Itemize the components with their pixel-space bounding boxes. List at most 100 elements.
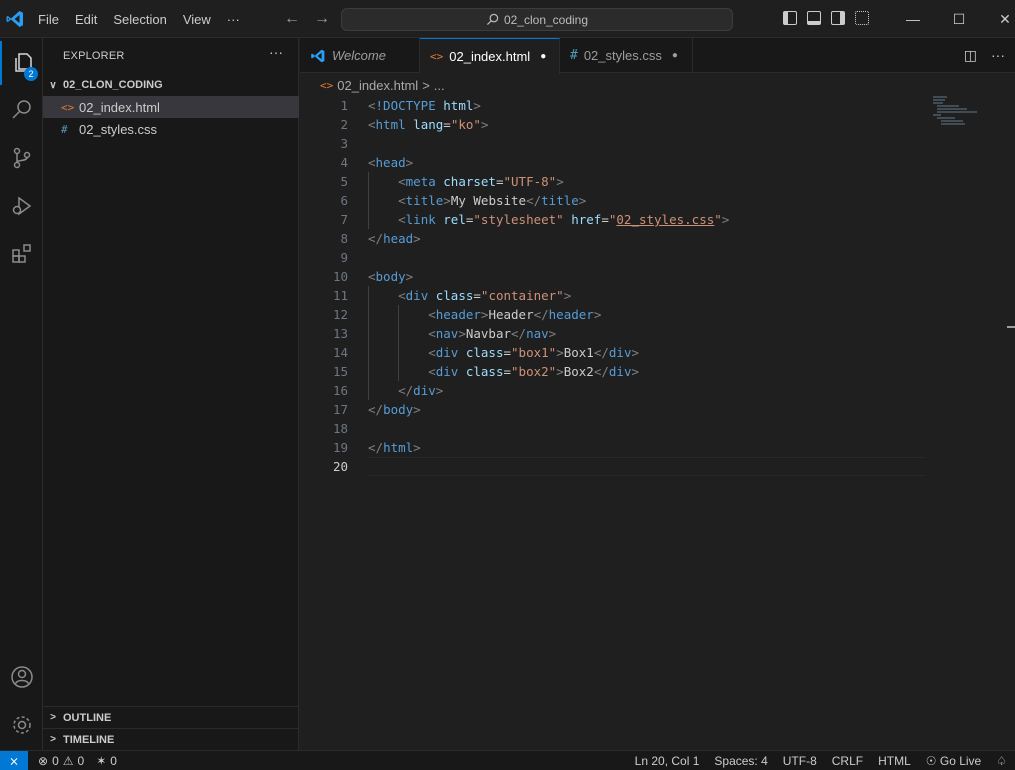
code-line[interactable]: <head> xyxy=(368,153,928,172)
code-line[interactable]: <body> xyxy=(368,267,928,286)
code-token: > xyxy=(480,117,489,132)
code-token: < xyxy=(398,193,406,208)
encoding[interactable]: UTF-8 xyxy=(783,754,817,768)
code-line[interactable]: </head> xyxy=(368,229,928,248)
code-line[interactable]: <div class="box1">Box1</div> xyxy=(368,343,928,362)
code-line[interactable]: <title>My Website</title> xyxy=(368,191,928,210)
menu-selection[interactable]: Selection xyxy=(105,12,174,27)
code-token: </ xyxy=(593,364,609,379)
line-number: 4 xyxy=(340,155,348,170)
remote-indicator-icon[interactable]: ⨯ xyxy=(0,750,28,770)
code-line[interactable] xyxy=(368,248,928,267)
notifications-bell-icon[interactable]: ♤ xyxy=(996,754,1007,768)
code-token: header xyxy=(435,307,481,322)
menu-file[interactable]: File xyxy=(30,12,67,27)
close-icon[interactable]: ✕ xyxy=(982,0,1015,38)
code-lines[interactable]: <!DOCTYPE html> <html lang="ko"> <head> <m… xyxy=(368,96,928,476)
indent-guide xyxy=(368,172,369,191)
code-token: title xyxy=(405,193,444,208)
breadcrumb-rest[interactable]: ... xyxy=(434,78,445,93)
code-token: > xyxy=(563,288,572,303)
file-name: 02_styles.css xyxy=(79,121,158,137)
cursor-position[interactable]: Ln 20, Col 1 xyxy=(635,754,700,768)
tab-welcome[interactable]: Welcome xyxy=(300,38,420,73)
extensions-activity[interactable] xyxy=(0,232,43,276)
manage-activity[interactable] xyxy=(0,703,43,747)
code-line[interactable]: <html lang="ko"> xyxy=(368,115,928,134)
code-token: div xyxy=(435,364,459,379)
tab-styles-css[interactable]: # 02_styles.css ● xyxy=(560,38,693,73)
unsaved-dot-icon[interactable]: ● xyxy=(672,50,678,61)
code-token: head xyxy=(375,155,406,170)
minimap[interactable] xyxy=(933,96,993,136)
scrollbar-marker[interactable] xyxy=(1007,326,1015,328)
code-line[interactable]: <link rel="stylesheet" href="02_styles.c… xyxy=(368,210,928,229)
command-center-search[interactable]: 02_clon_coding xyxy=(341,8,733,31)
code-token: class xyxy=(465,364,504,379)
outline-section[interactable]: > OUTLINE xyxy=(43,706,299,728)
menu-view[interactable]: View xyxy=(175,12,219,27)
menu-edit[interactable]: Edit xyxy=(67,12,105,27)
code-line[interactable] xyxy=(368,457,925,476)
breadcrumb-file[interactable]: 02_index.html xyxy=(337,78,418,93)
language-mode[interactable]: HTML xyxy=(878,754,911,768)
code-line[interactable] xyxy=(368,419,928,438)
problems-status[interactable]: ⊗ 0 ⚠ 0 ✶ 0 xyxy=(38,754,117,768)
code-editor[interactable]: 1 2 3 4 5 6 7 8 9 10 11 12 13 14 15 16 1… xyxy=(300,96,1015,750)
explorer-badge: 2 xyxy=(24,67,38,81)
minimize-icon[interactable]: — xyxy=(890,0,936,38)
code-token: href xyxy=(571,212,602,227)
code-token: = xyxy=(443,117,451,132)
code-token: Box2 xyxy=(563,364,594,379)
more-actions-icon[interactable]: ··· xyxy=(991,47,1005,64)
unsaved-dot-icon[interactable]: ● xyxy=(540,51,546,62)
end-of-line[interactable]: CRLF xyxy=(832,754,863,768)
indentation[interactable]: Spaces: 4 xyxy=(714,754,767,768)
split-editor-icon[interactable]: ◫ xyxy=(964,47,977,64)
code-line[interactable]: <meta charset="UTF-8"> xyxy=(368,172,928,191)
code-line[interactable]: <div class="box2">Box2</div> xyxy=(368,362,928,381)
code-line[interactable]: <!DOCTYPE html> xyxy=(368,96,928,115)
code-token: < xyxy=(428,364,436,379)
code-token: html xyxy=(375,117,406,132)
toggle-primary-sidebar-icon[interactable] xyxy=(783,11,797,25)
sidebar-more-icon[interactable]: ··· xyxy=(269,44,283,60)
run-debug-activity[interactable] xyxy=(0,184,43,228)
code-line[interactable]: </div> xyxy=(368,381,928,400)
indent-guide xyxy=(398,343,400,362)
line-number: 12 xyxy=(332,307,348,322)
code-token: = xyxy=(601,212,609,227)
chevron-right-icon: > xyxy=(50,734,56,745)
code-line[interactable]: <nav>Navbar</nav> xyxy=(368,324,928,343)
source-control-activity[interactable] xyxy=(0,136,43,180)
code-token: < xyxy=(398,174,406,189)
code-token: > xyxy=(405,269,414,284)
code-token: link xyxy=(405,212,436,227)
go-live-button[interactable]: ☉ Go Live xyxy=(926,754,981,768)
accounts-activity[interactable] xyxy=(0,655,43,699)
back-arrow-icon[interactable]: ← xyxy=(284,10,300,28)
toggle-panel-icon[interactable] xyxy=(807,11,821,25)
explorer-activity[interactable]: 2 xyxy=(0,41,43,85)
file-item-styles-css[interactable]: # 02_styles.css xyxy=(43,118,299,140)
folder-header[interactable]: ∨ 02_CLON_CODING xyxy=(43,74,299,96)
file-item-index-html[interactable]: <> 02_index.html xyxy=(43,96,299,118)
code-token: "UTF-8" xyxy=(503,174,557,189)
code-line[interactable]: <div class="container"> xyxy=(368,286,928,305)
code-line[interactable]: </html> xyxy=(368,438,928,457)
forward-arrow-icon[interactable]: → xyxy=(314,10,330,28)
menu-more[interactable]: ··· xyxy=(219,12,248,27)
maximize-icon[interactable]: ☐ xyxy=(936,0,982,38)
timeline-section[interactable]: > TIMELINE xyxy=(43,728,299,750)
customize-layout-icon[interactable] xyxy=(855,11,869,25)
search-activity[interactable] xyxy=(0,88,43,132)
code-line[interactable] xyxy=(368,134,928,153)
toggle-secondary-sidebar-icon[interactable] xyxy=(831,11,845,25)
code-line[interactable]: </body> xyxy=(368,400,928,419)
code-line[interactable]: <header>Header</header> xyxy=(368,305,928,324)
line-number: 6 xyxy=(340,193,348,208)
line-number: 14 xyxy=(332,345,348,360)
tab-index-html[interactable]: <> 02_index.html ● xyxy=(420,38,560,74)
code-token: > xyxy=(631,364,639,379)
